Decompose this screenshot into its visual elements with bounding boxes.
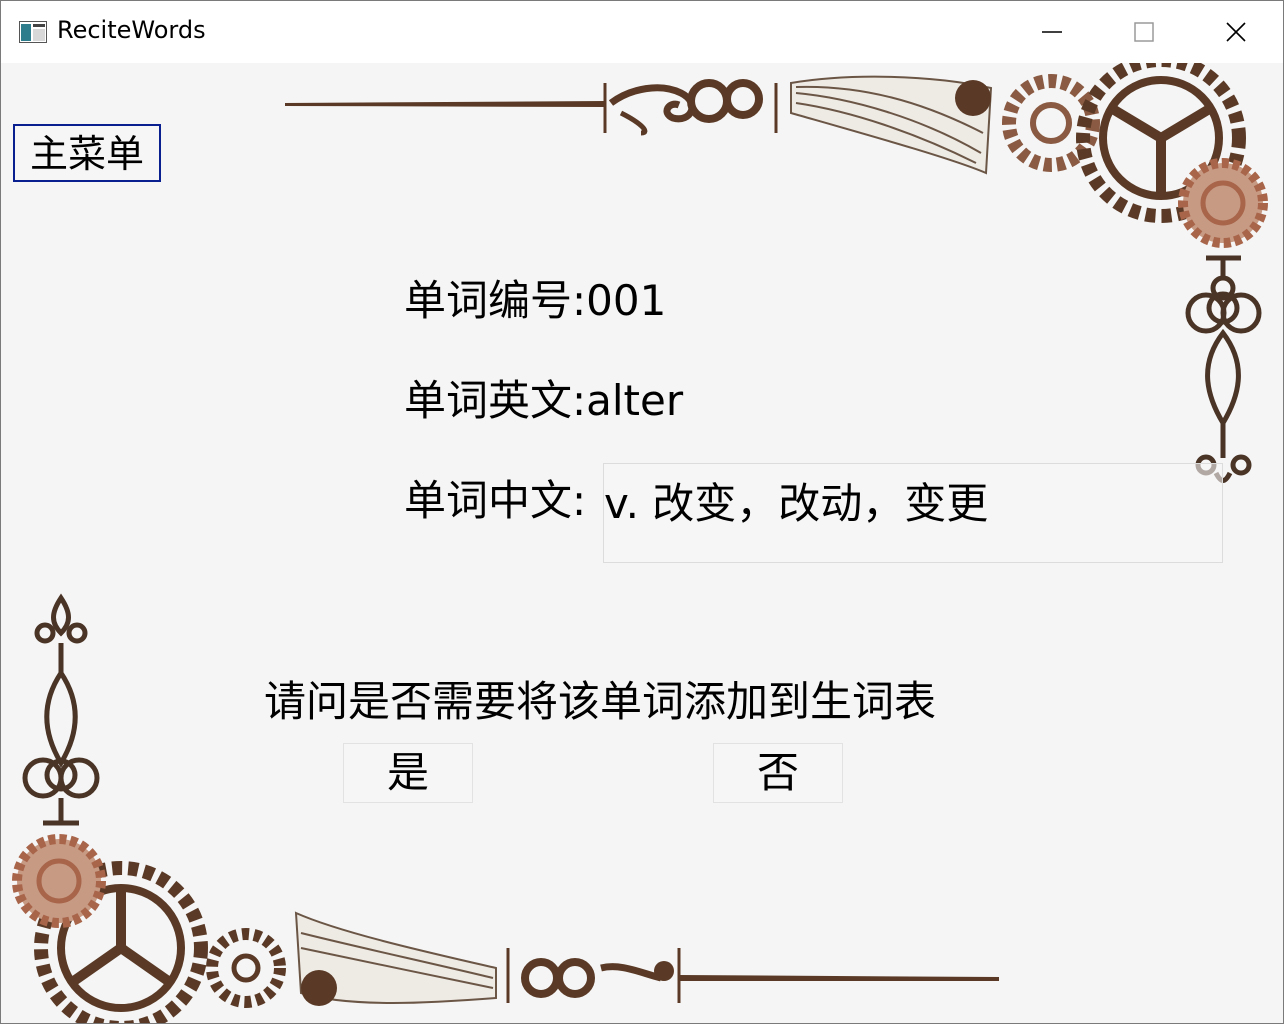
bottom-left-gears bbox=[12, 834, 286, 1023]
no-button[interactable]: 否 bbox=[713, 743, 843, 803]
add-to-vocab-question: 请问是否需要将该单词添加到生词表 bbox=[264, 677, 937, 726]
word-number-label: 单词编号:001 bbox=[404, 276, 667, 325]
bottom-wing-ornament bbox=[294, 911, 497, 1006]
left-vertical-ornament bbox=[22, 593, 100, 826]
close-button[interactable] bbox=[1190, 1, 1282, 63]
word-chinese-textbox[interactable]: v. 改变，改动，变更 bbox=[603, 463, 1223, 563]
yes-button[interactable]: 是 bbox=[343, 743, 473, 803]
minimize-button[interactable] bbox=[1006, 1, 1098, 63]
recitewords-window: ReciteWords 主菜单 单词编号:001 单词英文:alter 单词中文… bbox=[0, 0, 1284, 1024]
main-menu-button[interactable]: 主菜单 bbox=[13, 124, 161, 182]
maximize-button[interactable] bbox=[1098, 1, 1190, 63]
title-bar[interactable]: ReciteWords bbox=[1, 1, 1283, 63]
top-scroll-ornament bbox=[285, 79, 778, 136]
word-english-label: 单词英文:alter bbox=[404, 376, 684, 425]
maximize-icon bbox=[1134, 22, 1154, 42]
bottom-scroll-ornament bbox=[506, 948, 999, 1003]
main-content: 主菜单 单词编号:001 单词英文:alter 单词中文: v. 改变，改动，变… bbox=[1, 63, 1283, 1023]
right-vertical-ornament bbox=[1185, 255, 1262, 483]
top-wing-ornament bbox=[790, 75, 993, 175]
window-title: ReciteWords bbox=[57, 16, 206, 44]
minimize-icon bbox=[1042, 31, 1062, 33]
top-right-gears bbox=[1002, 63, 1268, 248]
app-icon bbox=[19, 21, 47, 43]
word-chinese-label: 单词中文: bbox=[404, 476, 587, 525]
close-icon bbox=[1226, 22, 1246, 42]
